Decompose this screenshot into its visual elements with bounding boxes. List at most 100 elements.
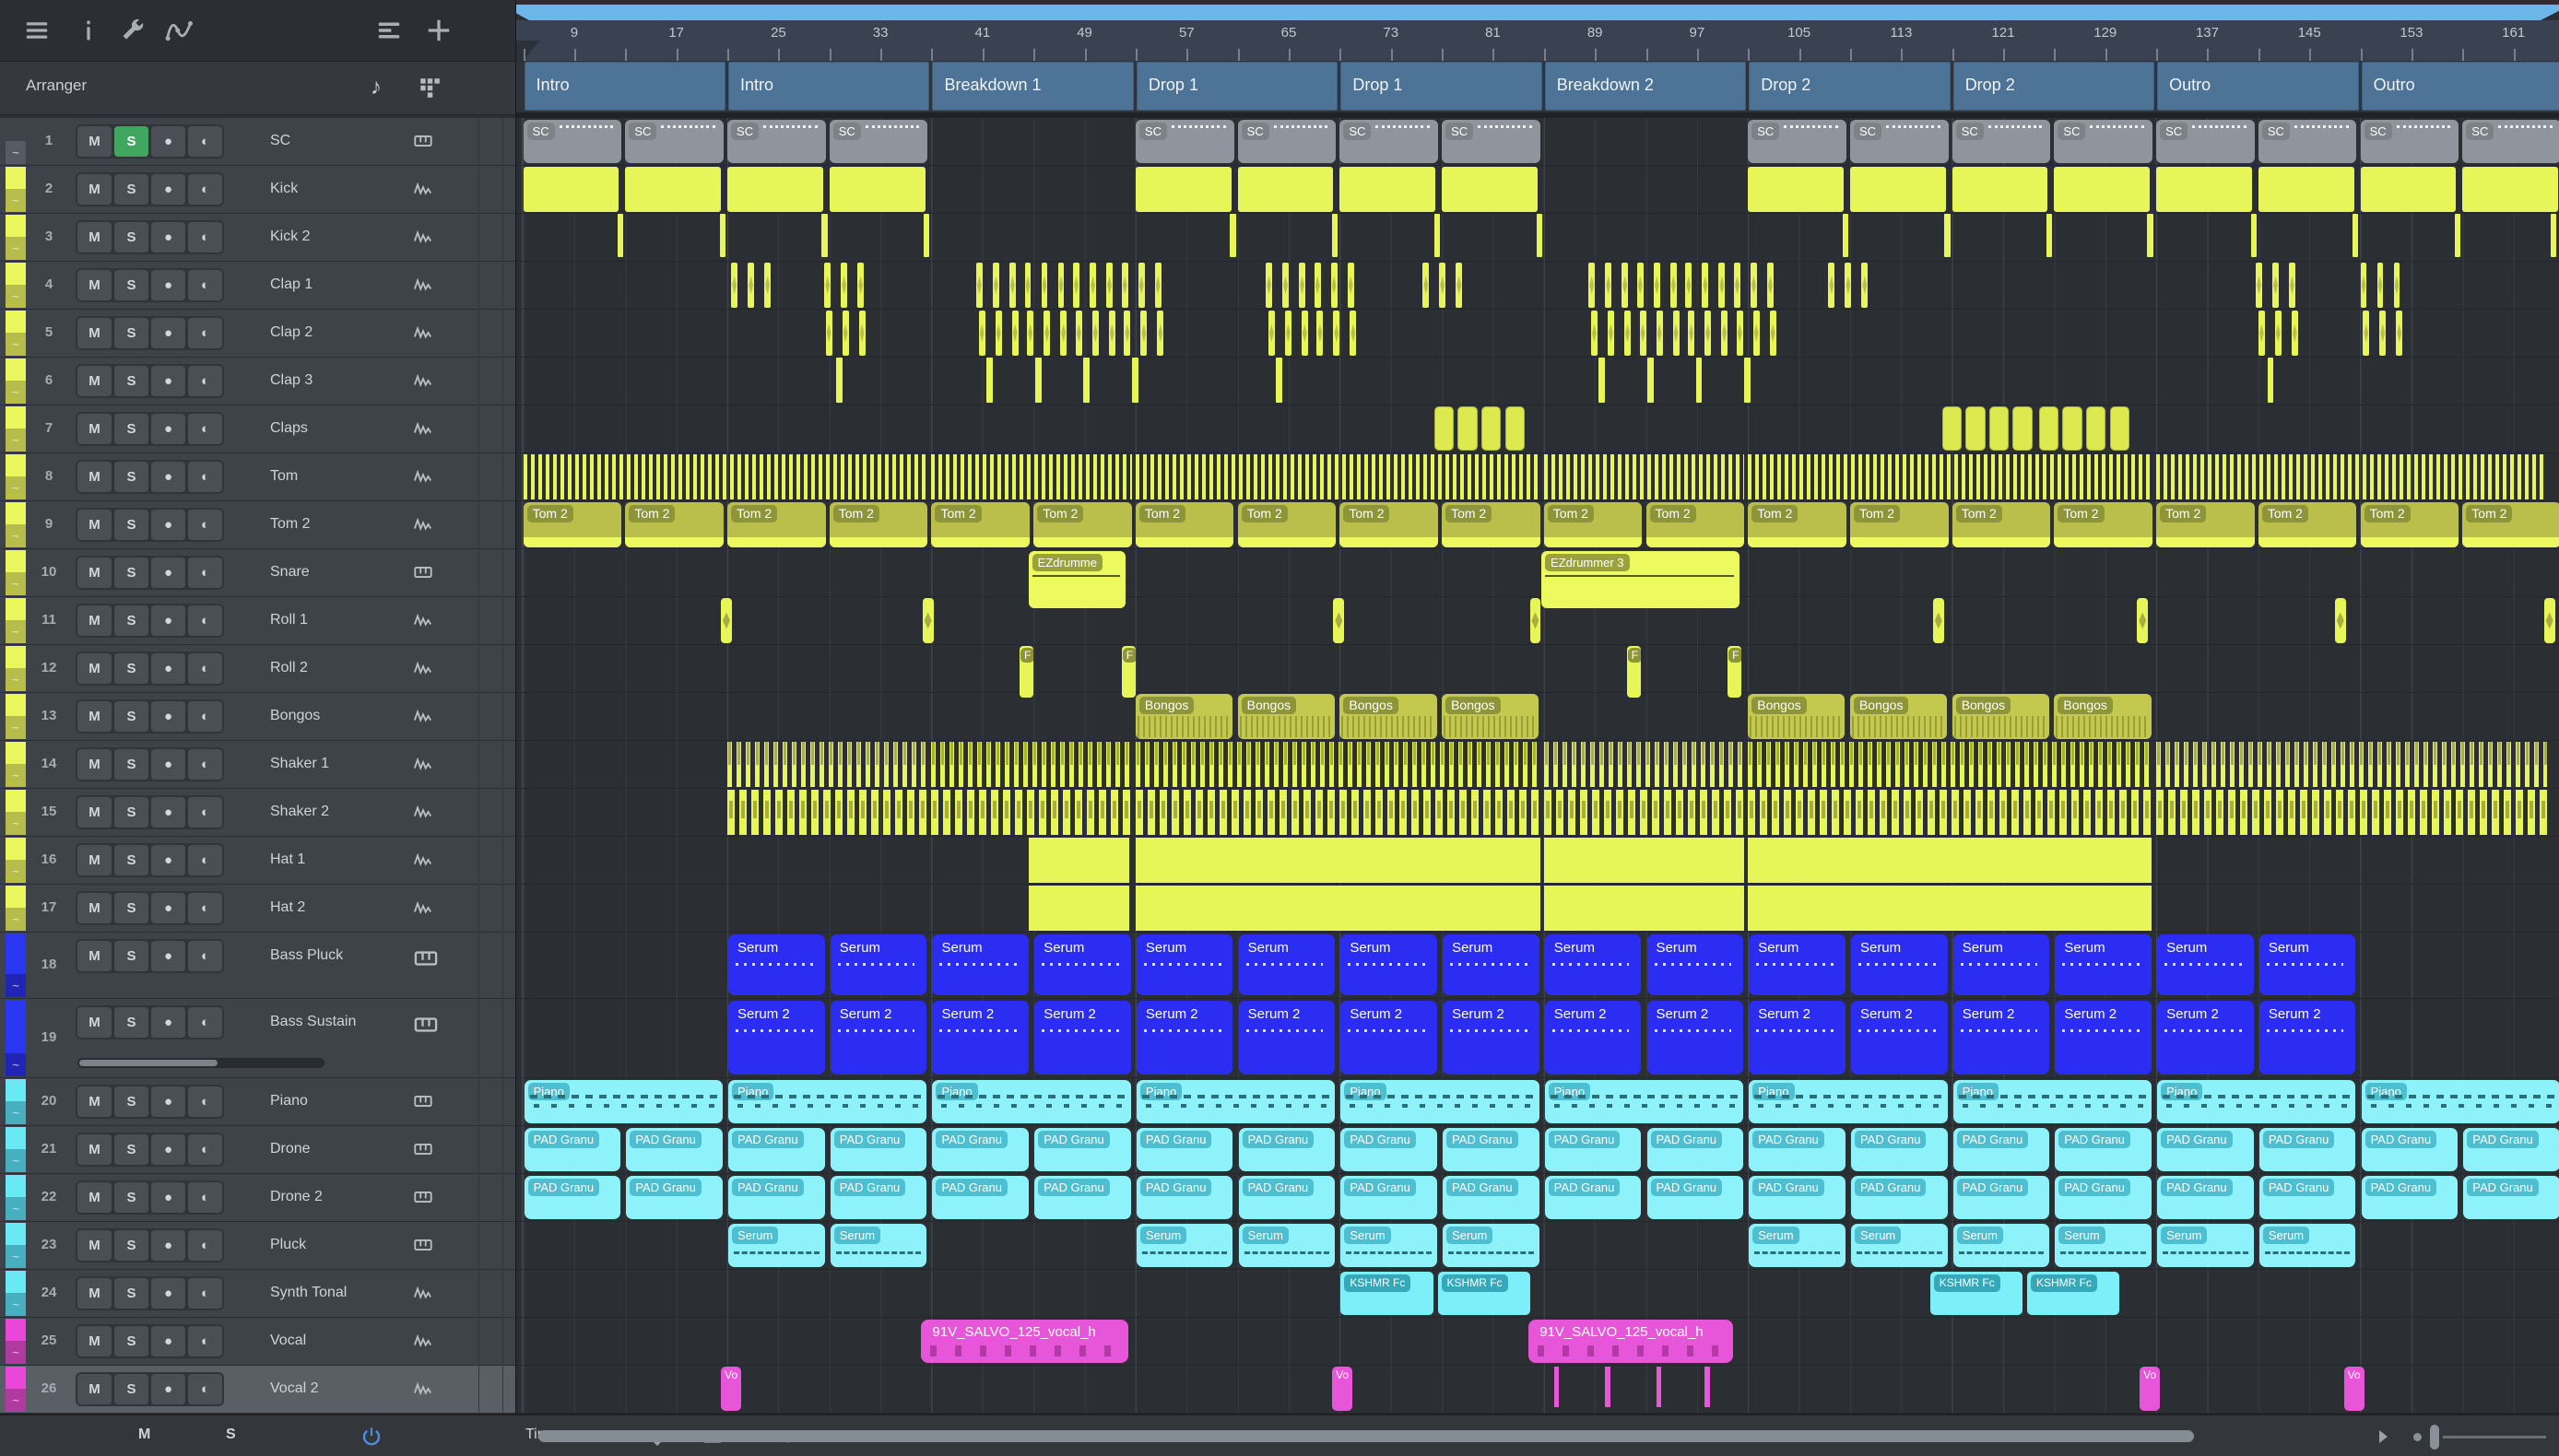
- clip-serum-pluck[interactable]: Serum: [1239, 1224, 1336, 1267]
- clip-clap[interactable]: [1044, 311, 1050, 356]
- monitor-button[interactable]: ◐: [188, 701, 222, 732]
- clip-clap[interactable]: [1282, 263, 1289, 308]
- track-row-bass-sustain[interactable]: ~19MS●◐Bass Sustain: [0, 999, 515, 1078]
- track-row-drone-2[interactable]: ~22MS●◐Drone 2: [0, 1174, 515, 1222]
- clip-pad[interactable]: PAD Granu: [932, 1176, 1029, 1219]
- monitor-button[interactable]: ◐: [188, 1326, 222, 1356]
- clip-piano[interactable]: Piano: [525, 1080, 723, 1123]
- clip-claps[interactable]: [1505, 406, 1525, 451]
- clip-serum[interactable]: Serum 2: [1034, 1001, 1131, 1074]
- solo-button[interactable]: S: [114, 462, 148, 492]
- automation-toggle[interactable]: ~: [6, 141, 26, 164]
- clip-pad[interactable]: PAD Granu: [626, 1128, 723, 1171]
- arranger-section[interactable]: Drop 1: [1340, 62, 1541, 111]
- clip-clap[interactable]: [1751, 263, 1757, 308]
- mute-button[interactable]: M: [77, 1086, 112, 1117]
- clip-roll[interactable]: [2544, 598, 2555, 643]
- automation-toggle[interactable]: ~: [6, 285, 26, 308]
- clip-tom2[interactable]: Tom 2: [1442, 502, 1540, 547]
- clip-clap[interactable]: [1767, 263, 1774, 308]
- vocal-automation-bar[interactable]: [1605, 1367, 1610, 1407]
- automation-toggle[interactable]: ~: [6, 764, 26, 787]
- clip-clap[interactable]: [2292, 311, 2298, 356]
- solo-button[interactable]: S: [114, 701, 148, 732]
- clip-kick[interactable]: [1850, 167, 1946, 212]
- clip-serum[interactable]: Serum: [1239, 934, 1336, 995]
- clip-clap[interactable]: [1124, 311, 1130, 356]
- clip-hit[interactable]: [2455, 214, 2460, 257]
- track-row-shaker-1[interactable]: ~14MS●◐Shaker 1: [0, 741, 515, 789]
- clip-tom2[interactable]: Tom 2: [2156, 502, 2255, 547]
- clip-clap[interactable]: [1721, 311, 1728, 356]
- clip-hit[interactable]: [1434, 214, 1440, 257]
- record-button[interactable]: ●: [151, 510, 185, 540]
- clip-pad[interactable]: PAD Granu: [1340, 1176, 1437, 1219]
- arrangement-area[interactable]: 9172533414957657381899710511312112913714…: [516, 0, 2559, 1414]
- monitor-button[interactable]: ◐: [188, 653, 222, 684]
- automation-toggle[interactable]: ~: [6, 572, 26, 595]
- record-button[interactable]: ●: [151, 222, 185, 252]
- clip-serum[interactable]: Serum: [1749, 934, 1846, 995]
- mute-button[interactable]: M: [77, 941, 112, 971]
- track-row-bass-pluck[interactable]: ~18MS●◐Bass Pluck: [0, 933, 515, 999]
- clip-pad[interactable]: PAD Granu: [1749, 1176, 1846, 1219]
- clip-claps[interactable]: [2110, 406, 2129, 451]
- solo-button[interactable]: S: [114, 797, 148, 828]
- clip-hat[interactable]: [1544, 886, 1744, 931]
- clip-pad[interactable]: PAD Granu: [2463, 1128, 2559, 1171]
- clip-hat[interactable]: [1136, 886, 1540, 931]
- track-row-kick[interactable]: ~2MS●◐Kick: [0, 166, 515, 214]
- clip-kshmr[interactable]: KSHMR Fc: [1438, 1272, 1530, 1315]
- clip-clap[interactable]: [1268, 311, 1275, 356]
- clip-sc[interactable]: SC: [1850, 120, 1949, 163]
- clip-hit[interactable]: [2551, 214, 2556, 257]
- record-button[interactable]: ●: [151, 126, 185, 157]
- clip-clap[interactable]: [1285, 311, 1291, 356]
- clip-sc[interactable]: SC: [830, 120, 928, 163]
- clip-pad[interactable]: PAD Granu: [1137, 1128, 1233, 1171]
- clip-clap[interactable]: [1737, 311, 1743, 356]
- clip-hit[interactable]: [821, 214, 827, 257]
- clip-clap[interactable]: [748, 263, 754, 308]
- automation-toggle[interactable]: ~: [6, 476, 26, 499]
- clip-hit[interactable]: [2046, 214, 2052, 257]
- clip-serum[interactable]: Serum: [1545, 934, 1642, 995]
- mute-button[interactable]: M: [77, 126, 112, 157]
- clip-serum[interactable]: Serum 2: [1851, 1001, 1948, 1074]
- clip-pad[interactable]: PAD Granu: [1340, 1128, 1437, 1171]
- record-button[interactable]: ●: [151, 462, 185, 492]
- track-row-clap-3[interactable]: ~6MS●◐Clap 3: [0, 358, 515, 405]
- clip-tom2[interactable]: Tom 2: [931, 502, 1030, 547]
- record-button[interactable]: ●: [151, 749, 185, 780]
- clip-ezdrummer[interactable]: EZdrumme: [1029, 551, 1126, 608]
- clip-serum[interactable]: Serum 2: [1340, 1001, 1437, 1074]
- clip-serum[interactable]: Serum: [728, 934, 825, 995]
- mute-button[interactable]: M: [77, 701, 112, 732]
- zoom-slider-track[interactable]: [2443, 1436, 2546, 1438]
- clip-clap[interactable]: [1157, 311, 1163, 356]
- mute-button[interactable]: M: [77, 653, 112, 684]
- clip-clap[interactable]: [1333, 311, 1339, 356]
- clip-clap[interactable]: [1302, 311, 1308, 356]
- clip-roll[interactable]: [2137, 598, 2148, 643]
- clip-hit[interactable]: [1083, 358, 1090, 403]
- clip-pad[interactable]: PAD Granu: [525, 1128, 621, 1171]
- clip-kick[interactable]: [1136, 167, 1232, 212]
- clip-pad[interactable]: PAD Granu: [2157, 1128, 2254, 1171]
- clip-bongos[interactable]: Bongos: [1850, 694, 1947, 739]
- clip-clap[interactable]: [1685, 263, 1692, 308]
- automation-toggle[interactable]: ~: [6, 620, 26, 643]
- record-button[interactable]: ●: [151, 270, 185, 300]
- clip-comb[interactable]: [2156, 790, 2547, 835]
- clip-clap[interactable]: [1704, 311, 1711, 356]
- automation-toggle[interactable]: ~: [6, 1197, 26, 1220]
- clip-clap[interactable]: [2363, 311, 2369, 356]
- arranger-section[interactable]: Drop 2: [1749, 62, 1950, 111]
- clip-claps[interactable]: [1434, 406, 1454, 451]
- automation-toggle[interactable]: ~: [6, 524, 26, 547]
- track-row-vocal[interactable]: ~25MS●◐Vocal: [0, 1318, 515, 1366]
- clip-clap[interactable]: [2379, 311, 2386, 356]
- clip-pad[interactable]: PAD Granu: [2157, 1176, 2254, 1219]
- clip-clap[interactable]: [1348, 263, 1354, 308]
- clip-claps[interactable]: [2012, 406, 2032, 451]
